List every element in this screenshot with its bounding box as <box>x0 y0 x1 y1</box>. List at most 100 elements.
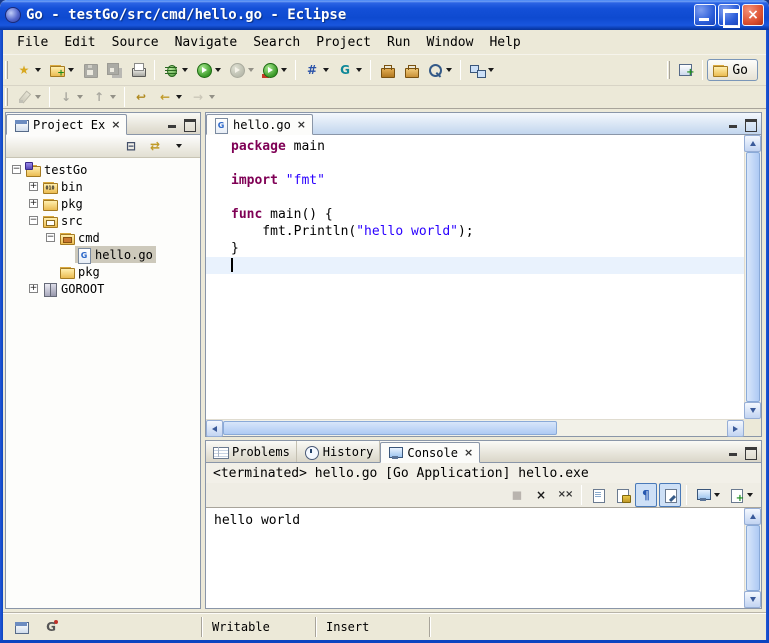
go-tool-button[interactable] <box>334 58 365 82</box>
tab-hello-go[interactable]: hello.go × <box>206 114 313 135</box>
toolbar-drag-handle[interactable] <box>5 61 8 79</box>
dropdown-arrow-icon[interactable] <box>176 95 182 99</box>
tree-item-pkg[interactable]: pkg <box>58 263 103 280</box>
external-tools-button[interactable] <box>259 58 290 82</box>
scroll-left-button[interactable] <box>206 420 223 437</box>
save-all-button[interactable] <box>103 58 125 82</box>
profile-button[interactable] <box>226 58 257 82</box>
word-wrap-button[interactable] <box>635 483 657 507</box>
dropdown-arrow-icon[interactable] <box>356 68 362 72</box>
menu-navigate[interactable]: Navigate <box>167 33 246 52</box>
dropdown-arrow-icon[interactable] <box>323 68 329 72</box>
scroll-up-button[interactable] <box>744 508 761 525</box>
tab-problems[interactable]: Problems <box>206 441 297 462</box>
back-button[interactable] <box>154 87 185 107</box>
new-wizard-button[interactable] <box>13 58 44 82</box>
tree-expander-icon[interactable]: + <box>29 182 38 191</box>
dropdown-arrow-icon[interactable] <box>488 68 494 72</box>
scroll-down-button[interactable] <box>744 591 761 608</box>
tree-item-testgo[interactable]: testGo <box>24 161 90 178</box>
remove-launch-button[interactable] <box>530 483 552 507</box>
maximize-view-button[interactable] <box>744 118 757 130</box>
search-button[interactable] <box>424 58 455 82</box>
dropdown-arrow-icon[interactable] <box>35 68 41 72</box>
maximize-view-button[interactable] <box>744 446 757 458</box>
tree-row[interactable]: +bin <box>6 178 200 195</box>
tree-row[interactable]: −testGo <box>6 161 200 178</box>
dropdown-arrow-icon[interactable] <box>68 68 74 72</box>
minimize-view-button[interactable] <box>727 118 740 130</box>
remove-all-launches-button[interactable] <box>554 483 576 507</box>
menu-file[interactable]: File <box>9 33 56 52</box>
tab-project-explorer[interactable]: Project Ex × <box>6 114 127 135</box>
open-perspective-button[interactable] <box>675 58 697 82</box>
print-button[interactable] <box>127 58 149 82</box>
tree-row[interactable]: pkg <box>6 263 200 280</box>
scroll-lock-button[interactable] <box>611 483 633 507</box>
tree-row[interactable]: hello.go <box>6 246 200 263</box>
fast-view-button[interactable] <box>10 615 32 639</box>
menu-search[interactable]: Search <box>245 33 308 52</box>
tree-item-cmd[interactable]: cmd <box>58 229 103 246</box>
close-button[interactable]: × <box>742 4 764 26</box>
tree-item-hello-go[interactable]: hello.go <box>75 246 156 263</box>
scroll-down-button[interactable] <box>744 402 761 419</box>
tree-expander-icon[interactable]: − <box>46 233 55 242</box>
editor-horizontal-scrollbar[interactable] <box>206 419 744 436</box>
menu-window[interactable]: Window <box>418 33 481 52</box>
tab-history[interactable]: History <box>297 441 381 462</box>
minimize-view-button[interactable] <box>727 446 740 458</box>
dropdown-arrow-icon[interactable] <box>446 68 452 72</box>
save-button[interactable] <box>79 58 101 82</box>
dropdown-arrow-icon[interactable] <box>176 144 182 148</box>
tree-item-goroot[interactable]: GOROOT <box>41 280 107 297</box>
title-bar[interactable]: Go - testGo/src/cmd/hello.go - Eclipse × <box>0 0 769 30</box>
open-resource-button[interactable] <box>400 58 422 82</box>
editor-vertical-scrollbar[interactable] <box>744 135 761 419</box>
view-menu-button[interactable] <box>168 136 185 156</box>
dropdown-arrow-icon[interactable] <box>714 493 720 497</box>
clear-console-button[interactable] <box>587 483 609 507</box>
toolbar-drag-handle[interactable] <box>667 61 670 79</box>
tree-row[interactable]: −src <box>6 212 200 229</box>
scrollbar-thumb[interactable] <box>223 421 557 435</box>
dropdown-arrow-icon[interactable] <box>77 95 83 99</box>
collapse-all-button[interactable] <box>120 136 142 156</box>
debug-button[interactable] <box>160 58 191 82</box>
go-perspective-button[interactable]: Go <box>707 59 758 81</box>
dropdown-arrow-icon[interactable] <box>209 95 215 99</box>
dropdown-arrow-icon[interactable] <box>248 68 254 72</box>
maximize-view-button[interactable] <box>183 118 196 130</box>
dropdown-arrow-icon[interactable] <box>215 68 221 72</box>
tree-row[interactable]: −cmd <box>6 229 200 246</box>
tree-expander-icon[interactable]: − <box>12 165 21 174</box>
menu-edit[interactable]: Edit <box>56 33 103 52</box>
dropdown-arrow-icon[interactable] <box>35 95 41 99</box>
dropdown-arrow-icon[interactable] <box>747 493 753 497</box>
go-new-app-button[interactable] <box>301 58 332 82</box>
dropdown-arrow-icon[interactable] <box>182 68 188 72</box>
scroll-right-button[interactable] <box>727 420 744 437</box>
display-selected-console-button[interactable] <box>692 483 723 507</box>
maximize-button[interactable] <box>718 4 740 26</box>
forward-button[interactable] <box>187 87 218 107</box>
dropdown-arrow-icon[interactable] <box>281 68 287 72</box>
scrollbar-thumb[interactable] <box>746 525 760 591</box>
console-output[interactable]: hello world <box>206 507 761 608</box>
last-edit-location-button[interactable] <box>130 87 152 107</box>
menu-project[interactable]: Project <box>308 33 379 52</box>
tab-console[interactable]: Console× <box>380 442 480 463</box>
tree-item-src[interactable]: src <box>41 212 86 229</box>
tab-close-icon[interactable]: × <box>464 446 473 459</box>
console-scrollbar[interactable] <box>744 508 761 608</box>
run-button[interactable] <box>193 58 224 82</box>
prev-annotation-button[interactable] <box>88 87 119 107</box>
menu-run[interactable]: Run <box>379 33 418 52</box>
scrollbar-thumb[interactable] <box>746 152 760 402</box>
tab-close-icon[interactable]: × <box>297 118 306 131</box>
tree-expander-icon[interactable]: − <box>29 216 38 225</box>
link-with-editor-button[interactable] <box>144 136 166 156</box>
minimize-button[interactable] <box>694 4 716 26</box>
new-go-element-button[interactable] <box>46 58 77 82</box>
scroll-up-button[interactable] <box>744 135 761 152</box>
